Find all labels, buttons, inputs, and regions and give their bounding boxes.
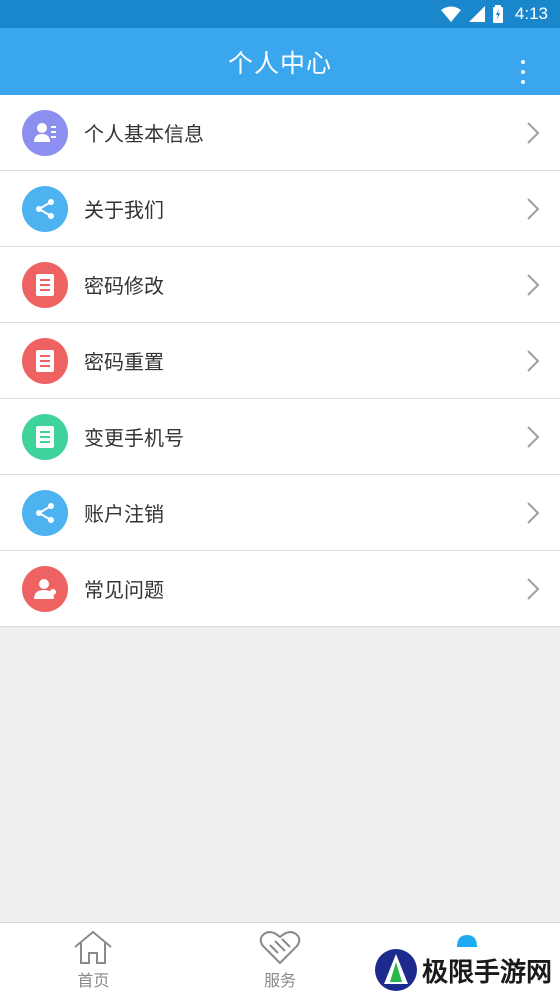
tab-label: 首页 bbox=[77, 971, 110, 990]
tab-service[interactable]: 服务 bbox=[187, 923, 374, 996]
status-time: 4:13 bbox=[514, 4, 548, 23]
profile-card-icon bbox=[22, 109, 68, 156]
handshake-icon bbox=[259, 931, 301, 965]
share-icon bbox=[22, 489, 68, 536]
more-vertical-icon[interactable] bbox=[518, 60, 528, 84]
menu-item-label: 个人基本信息 bbox=[84, 122, 204, 146]
menu-item-label: 密码修改 bbox=[84, 274, 164, 298]
page-title: 个人中心 bbox=[227, 48, 332, 78]
menu-item-password-reset[interactable]: 密码重置 bbox=[0, 323, 560, 399]
chevron-right-icon bbox=[527, 578, 540, 600]
chevron-right-icon bbox=[527, 122, 540, 144]
menu-list: 个人基本信息 关于我们 密码修改 密码重置 变更手机号 账户注销 常见问题 bbox=[0, 95, 560, 627]
wifi-icon bbox=[440, 6, 461, 22]
home-icon bbox=[74, 930, 112, 964]
menu-item-label: 关于我们 bbox=[84, 198, 164, 222]
menu-item-label: 变更手机号 bbox=[84, 426, 184, 450]
menu-item-label: 密码重置 bbox=[84, 350, 164, 374]
chevron-right-icon bbox=[527, 198, 540, 220]
tab-label: 服务 bbox=[264, 971, 297, 990]
menu-item-label: 常见问题 bbox=[84, 578, 164, 602]
status-bar: 4:13 bbox=[0, 0, 560, 28]
watermark: 极限手游网 bbox=[374, 948, 552, 992]
signal-icon bbox=[468, 6, 485, 22]
document-icon bbox=[22, 337, 68, 384]
battery-icon bbox=[492, 5, 503, 23]
menu-item-change-phone[interactable]: 变更手机号 bbox=[0, 399, 560, 475]
share-icon bbox=[22, 185, 68, 232]
chevron-right-icon bbox=[527, 274, 540, 296]
document-icon bbox=[22, 261, 68, 308]
menu-item-personal-info[interactable]: 个人基本信息 bbox=[0, 95, 560, 171]
menu-item-about-us[interactable]: 关于我们 bbox=[0, 171, 560, 247]
chevron-right-icon bbox=[527, 502, 540, 524]
menu-item-account-cancel[interactable]: 账户注销 bbox=[0, 475, 560, 551]
menu-item-password-change[interactable]: 密码修改 bbox=[0, 247, 560, 323]
watermark-text: 极限手游网 bbox=[421, 957, 552, 988]
tab-home[interactable]: 首页 bbox=[0, 923, 187, 996]
document-icon bbox=[22, 413, 68, 460]
menu-item-label: 账户注销 bbox=[84, 502, 164, 526]
user-group-icon bbox=[22, 565, 68, 612]
chevron-right-icon bbox=[527, 426, 540, 448]
app-bar: 个人中心 bbox=[0, 28, 560, 95]
chevron-right-icon bbox=[527, 350, 540, 372]
menu-item-faq[interactable]: 常见问题 bbox=[0, 551, 560, 627]
watermark-logo-icon bbox=[374, 949, 417, 991]
